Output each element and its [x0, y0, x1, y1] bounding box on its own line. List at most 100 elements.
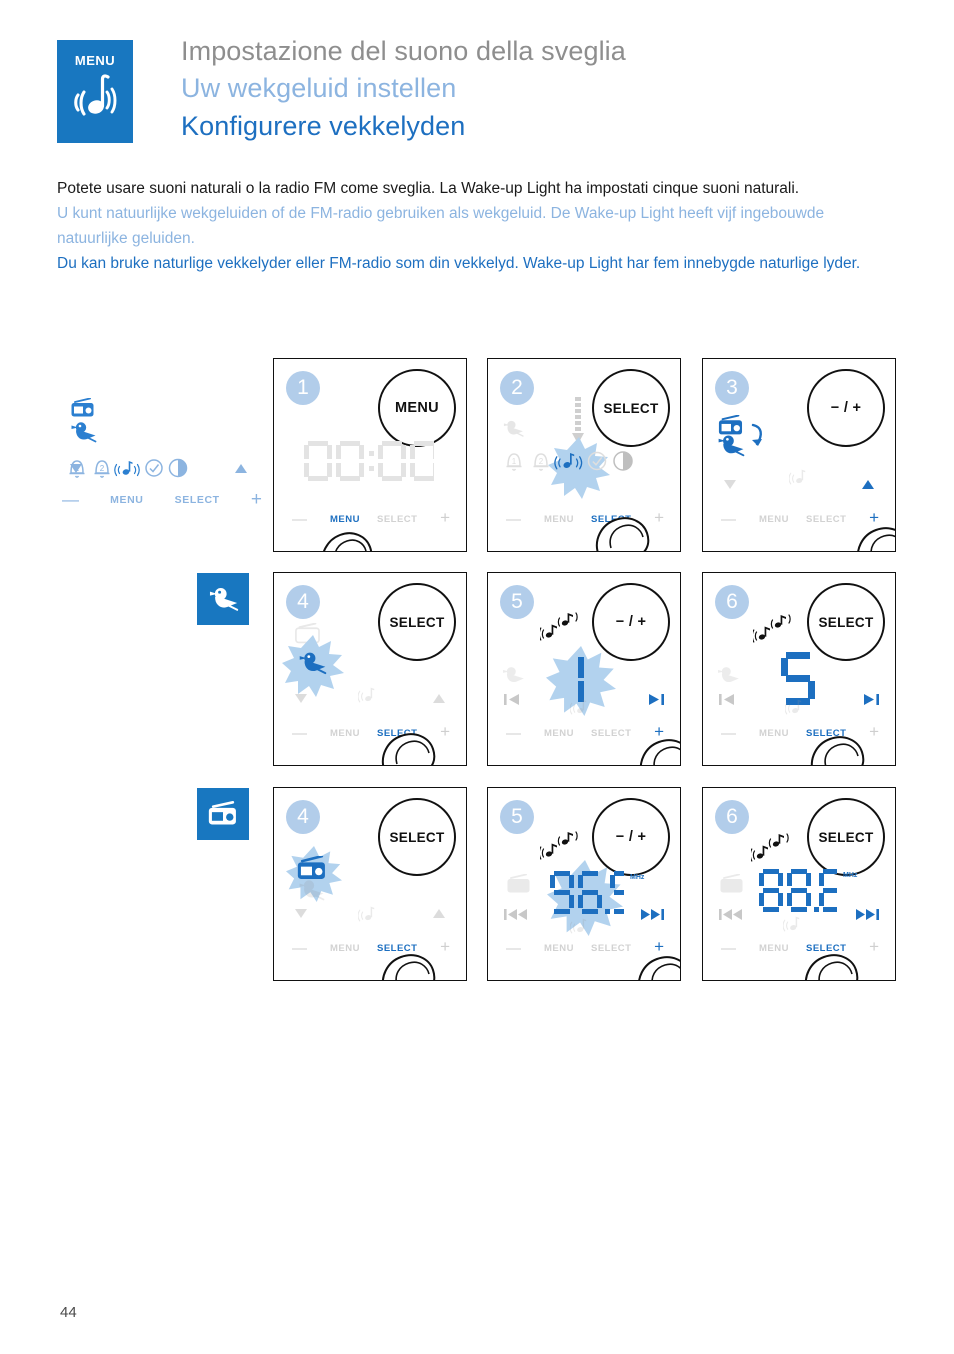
- legend-button-row: — MENU SELECT +: [62, 490, 262, 509]
- menu-button-label[interactable]: MENU: [544, 728, 574, 739]
- paragraph-italian: Potete usare suoni naturali o la radio F…: [57, 180, 800, 197]
- skip-row: [488, 908, 680, 924]
- finger-pointer-icon: [320, 516, 402, 551]
- minus-button[interactable]: —: [292, 726, 307, 741]
- legend-plus-label: +: [250, 489, 262, 510]
- skip-row: [703, 908, 895, 924]
- select-button[interactable]: SELECT: [378, 798, 456, 876]
- finger-pointer-icon: [378, 715, 464, 765]
- plus-minus-button[interactable]: − / +: [807, 369, 885, 447]
- finger-pointer-icon: [378, 936, 464, 980]
- page-title-nl: Uw wekgeluid instellen: [181, 73, 457, 104]
- select-button-label[interactable]: SELECT: [591, 728, 631, 739]
- triangle-down-icon: [69, 461, 83, 479]
- menu-button-label[interactable]: MENU: [759, 943, 789, 954]
- fast-forward-icon[interactable]: [855, 908, 879, 926]
- skip-previous-icon[interactable]: [719, 693, 735, 711]
- fast-rewind-icon[interactable]: [504, 908, 528, 926]
- select-button[interactable]: SELECT: [807, 583, 885, 661]
- step-number-badge: 6: [715, 800, 749, 834]
- triangle-up-icon[interactable]: [432, 691, 446, 709]
- step-number-badge: 5: [500, 585, 534, 619]
- triangle-up-icon[interactable]: [432, 906, 446, 924]
- step-number-badge: 5: [500, 800, 534, 834]
- triangle-up-icon: [234, 461, 248, 479]
- menu-button-label[interactable]: MENU: [759, 728, 789, 739]
- bird-icon: [715, 665, 741, 691]
- intro-text-block: Potete usare suoni naturali o la radio F…: [57, 176, 897, 276]
- minus-button[interactable]: —: [506, 941, 521, 956]
- select-button-label[interactable]: SELECT: [806, 514, 846, 525]
- step-panel-4-nature: 4 SELECT — MENU SELECT +: [273, 572, 467, 766]
- svg-text:1: 1: [512, 457, 517, 466]
- finger-pointer-icon: [592, 499, 678, 551]
- fast-rewind-icon[interactable]: [719, 908, 743, 926]
- control-legend: 1 2: [62, 397, 262, 518]
- radio-icon: [506, 873, 532, 899]
- arrow-row: [274, 691, 466, 707]
- skip-next-icon[interactable]: [648, 693, 664, 711]
- step-panel-5-nature: 5 − / + — MENU SELECT +: [487, 572, 681, 766]
- legend-select-label: SELECT: [174, 493, 220, 506]
- header-menu-badge: MENU: [57, 40, 133, 143]
- legend-minus-label: —: [62, 490, 79, 509]
- fast-forward-icon[interactable]: [640, 908, 664, 926]
- menu-button-label[interactable]: MENU: [759, 514, 789, 525]
- bird-icon: [68, 420, 98, 449]
- radio-icon: [208, 801, 236, 825]
- bird-icon: [715, 433, 746, 463]
- music-notes-icon: [751, 613, 795, 652]
- minus-button[interactable]: —: [292, 512, 307, 527]
- step-panel-6-radio: 6 SELECT MHz — MENU SELECT +: [702, 787, 896, 981]
- step-panel-2: 2 SELECT 1 2 — MENU SELECT +: [487, 358, 681, 552]
- skip-previous-icon[interactable]: [504, 693, 520, 711]
- plus-button[interactable]: +: [440, 509, 450, 526]
- step-number-badge: 2: [500, 371, 534, 405]
- menu-button-label[interactable]: MENU: [330, 728, 360, 739]
- page-title-it: Impostazione del suono della sveglia: [181, 36, 626, 66]
- minus-button[interactable]: —: [721, 512, 736, 527]
- paragraph-norwegian: Du kan bruke naturlige vekkelyder eller …: [57, 255, 861, 273]
- select-button[interactable]: SELECT: [592, 369, 670, 447]
- status-icon-row: 1 2: [496, 443, 672, 475]
- triangle-down-icon[interactable]: [294, 691, 308, 709]
- select-button[interactable]: SELECT: [807, 798, 885, 876]
- frequency-unit-label: MHz: [630, 874, 645, 881]
- triangle-down-icon[interactable]: [723, 477, 737, 495]
- skip-next-icon[interactable]: [863, 693, 879, 711]
- step-panel-3: 3 − / + — MENU SELECT +: [702, 358, 896, 552]
- menu-button-label[interactable]: MENU: [330, 943, 360, 954]
- triangle-down-icon[interactable]: [294, 906, 308, 924]
- radio-icon: [719, 873, 745, 899]
- select-button[interactable]: SELECT: [378, 583, 456, 661]
- frequency-unit-label: MHz: [843, 872, 858, 879]
- step-panel-6-nature: 6 SELECT — MENU SELECT +: [702, 572, 896, 766]
- triangle-up-icon[interactable]: [861, 477, 875, 495]
- page-title-no: Konfigurere vekkelyden: [181, 110, 466, 141]
- page-number: 44: [60, 1304, 77, 1321]
- finger-pointer-icon: [801, 936, 887, 980]
- step-number-badge: 4: [286, 585, 320, 619]
- cycle-arrow-icon: [749, 423, 767, 454]
- page-header: MENU Impostazione del suono della svegli…: [57, 36, 917, 160]
- minus-button[interactable]: —: [506, 726, 521, 741]
- music-notes-icon: [749, 832, 793, 871]
- minus-button[interactable]: —: [721, 726, 736, 741]
- step-number-badge: 6: [715, 585, 749, 619]
- step-number-badge: 1: [286, 371, 320, 405]
- menu-button-label[interactable]: MENU: [544, 943, 574, 954]
- arrow-row: [703, 477, 895, 493]
- menu-button-label[interactable]: MENU: [544, 514, 574, 525]
- step-panel-1: 1 MENU — MENU SELECT +: [273, 358, 467, 552]
- minus-button[interactable]: —: [721, 941, 736, 956]
- minus-button[interactable]: —: [506, 512, 521, 527]
- svg-text:2: 2: [539, 457, 544, 466]
- svg-text:2: 2: [100, 464, 105, 473]
- minus-button[interactable]: —: [292, 941, 307, 956]
- finger-pointer-icon: [636, 721, 680, 765]
- finger-pointer-icon: [807, 718, 893, 765]
- menu-button[interactable]: MENU: [378, 369, 456, 447]
- select-button-label[interactable]: SELECT: [591, 943, 631, 954]
- clock-display: [304, 439, 438, 489]
- arrow-row: [274, 906, 466, 922]
